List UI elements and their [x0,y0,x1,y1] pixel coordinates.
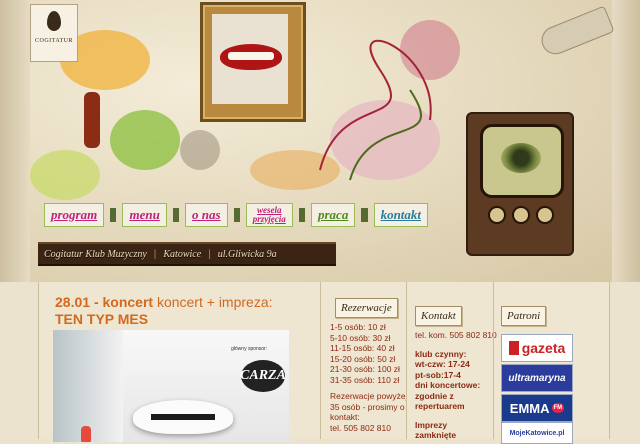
lamp-illustration [84,92,100,148]
tv-screen [480,124,564,198]
fm-badge: FM [551,403,565,413]
header-artwork: COGITATUR program menu o nas wesela przy… [0,0,640,282]
column-divider [406,282,407,439]
nav-separator [172,208,180,222]
reservation-note: Rezerwacje powyżej [330,391,408,401]
content-area: 28.01 - koncert koncert + impreza: TEN T… [38,282,610,444]
eye-illustration [501,143,541,173]
nav-o-nas[interactable]: o nas [185,203,228,227]
price-row: 1-5 osób: 10 zł [330,322,386,332]
sponsor-logo: CARZA [240,360,286,392]
reservations-text: 1-5 osób: 10 zł 5-10 osób: 30 zł 11-15 o… [330,322,407,433]
contact-text: tel. kom. 505 802 810 klub czynny: wt-cz… [415,330,497,441]
nav-separator [361,208,368,222]
hours-row: zgodnie z [415,390,454,401]
reservation-note: kontakt: [330,412,360,422]
swirl-drawing [319,39,432,181]
reservation-phone: tel. 505 802 810 [330,422,391,433]
sponsor-label: główny sponsor: [231,346,268,352]
knob-icon [512,206,530,224]
hours-row: dni koncertowe: [415,380,481,390]
reservation-note: 35 osób - prosimy o [330,401,405,412]
contact-tag: Kontakt [415,306,462,326]
contact-phone: tel. kom. 505 802 810 [415,330,497,340]
patron-emma[interactable]: EMMA FM [501,394,573,422]
hand-illustration [81,426,91,442]
nav-menu[interactable]: menu [122,203,167,227]
left-border-decoration [0,0,30,282]
price-row: 15-20 osób: 50 zł [330,353,396,364]
hours-row: wt-czw: 17-24 [415,359,470,369]
tv-knobs [480,200,558,240]
nav-program[interactable]: program [44,203,105,227]
knob-icon [536,206,554,224]
hours-row: pt-sob:17-4 [415,369,461,380]
column-divider [320,282,321,439]
patron-mojekatowice[interactable]: MojeKatowice.pl [501,422,573,444]
nav-label-line2: przyjęcia [252,214,286,224]
hand-illustration [537,5,615,59]
patron-gazeta-label: gazeta [521,340,566,356]
news-title-bold: - koncert [93,294,154,310]
picture-frame [200,2,306,122]
price-row: 5-10 osób: 30 zł [330,332,391,343]
nav-separator [233,208,240,222]
tv-illustration [466,112,574,256]
nav-kontakt[interactable]: kontakt [373,203,429,227]
nav-separator [298,208,305,222]
column-divider [493,282,494,439]
club-name: Cogitatur Klub Muzyczny [44,248,147,260]
address-separator: | [153,248,157,260]
club-street: ul.Gliwicka 9a [217,248,277,260]
nav-separator [110,208,117,222]
patron-gazeta[interactable]: gazeta [501,334,573,362]
news-headline[interactable]: TEN TYP MES [55,311,148,327]
news-date: 28.01 [55,294,91,310]
nav-praca[interactable]: praca [311,203,356,227]
logo-text: COGITATUR [34,38,74,44]
hours-title: klub czynny: [415,348,467,359]
hat-band [151,414,215,420]
teeth-illustration [228,52,274,60]
news-title-rest: koncert + impreza: [156,294,273,310]
patrons-tag: Patroni [501,306,547,326]
main-nav: program menu o nas wesela przyjęcia prac… [44,203,429,227]
price-row: 21-30 osób: 100 zł [330,364,400,374]
news-title[interactable]: 28.01 - koncert koncert + impreza: [55,294,315,310]
price-row: 31-35 osób: 110 zł [330,374,400,385]
gazeta-icon [508,341,519,355]
paint-splash [30,150,100,200]
events-line[interactable]: Imprezy [415,420,497,431]
paint-splash [110,110,180,170]
address-strip: Cogitatur Klub Muzyczny | Katowice | ul.… [38,242,336,266]
right-border-decoration [612,0,640,282]
nav-wesela-przyjecia[interactable]: wesela przyjęcia [245,203,293,227]
club-city: Katowice [163,248,202,260]
patron-ultramaryna[interactable]: ultramaryna [501,364,573,392]
logo-drop-icon [47,11,61,31]
reservations-tag: Rezerwacje [335,298,398,318]
hours-row: repertuarem [415,401,465,411]
price-row: 11-15 osób: 40 zł [330,343,395,353]
patron-emma-label: EMMA [509,400,550,416]
event-poster[interactable]: główny sponsor: CARZA [53,330,289,442]
logo[interactable]: COGITATUR [30,4,78,62]
knob-icon [488,206,506,224]
address-separator: | [208,248,211,260]
frame-picture [212,14,288,104]
paint-splash [180,130,220,170]
